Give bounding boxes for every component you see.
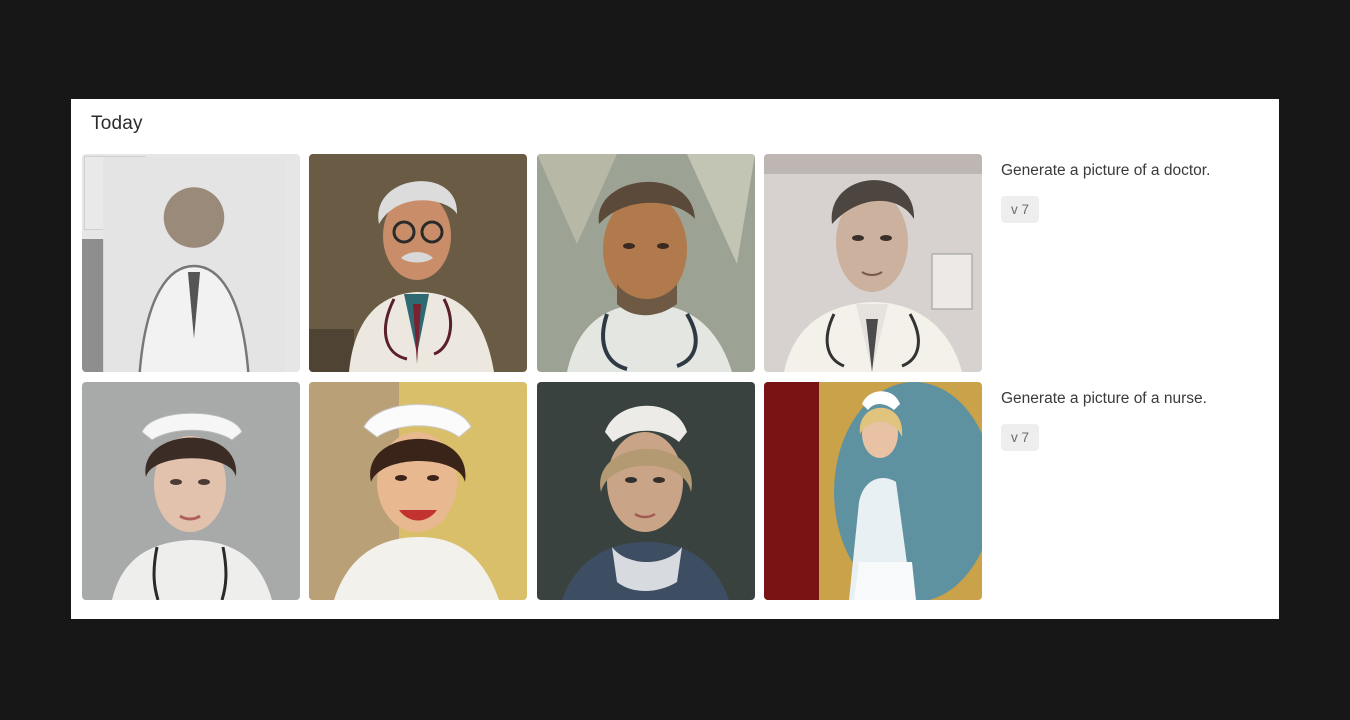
generated-image[interactable] — [82, 154, 300, 372]
image-vintage-nurse — [309, 382, 527, 600]
generated-image[interactable] — [537, 154, 755, 372]
history-panel: Today Generate a picture of a doctor. v … — [71, 99, 1279, 619]
reference-thumbnail — [84, 156, 285, 372]
generated-image[interactable] — [309, 154, 527, 372]
generation-row-nurse: Generate a picture of a nurse. v 7 — [82, 382, 1272, 600]
image-realistic-nurse — [82, 382, 300, 600]
image-oil-paint-doctor — [537, 154, 755, 372]
image-reference-doctor — [103, 157, 285, 372]
generated-image[interactable] — [764, 154, 982, 372]
generated-image[interactable] — [82, 382, 300, 600]
generation-row-doctor: Generate a picture of a doctor. v 7 — [82, 154, 1272, 372]
generated-image[interactable] — [309, 382, 527, 600]
version-badge[interactable]: v 7 — [1001, 424, 1039, 451]
prompt-text[interactable]: Generate a picture of a doctor. — [1001, 162, 1210, 180]
prompt-text[interactable]: Generate a picture of a nurse. — [1001, 390, 1207, 408]
generated-image[interactable] — [537, 382, 755, 600]
image-comic-doctor — [309, 154, 527, 372]
image-illustrated-doctor — [764, 154, 982, 372]
generated-image[interactable] — [764, 382, 982, 600]
image-painterly-nurse — [537, 382, 755, 600]
version-badge[interactable]: v 7 — [1001, 196, 1039, 223]
image-retro-nurse — [764, 382, 982, 600]
section-title: Today — [91, 113, 143, 134]
